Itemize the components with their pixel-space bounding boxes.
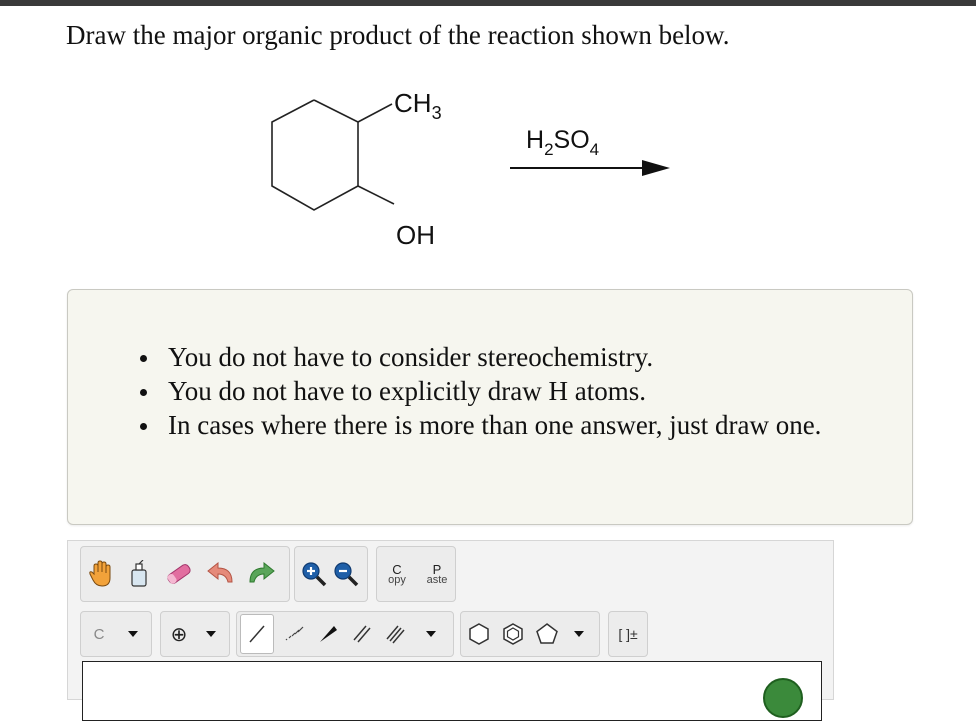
charge-plus-icon: ⊕ bbox=[170, 623, 188, 646]
zoom-in-icon bbox=[302, 562, 327, 587]
question-text: Draw the major organic product of the re… bbox=[66, 20, 730, 50]
reaction-arrow bbox=[510, 160, 670, 176]
copy-label-bottom: opy bbox=[388, 574, 406, 586]
hand-icon bbox=[89, 560, 111, 587]
cyclohexane-ring bbox=[271, 99, 395, 211]
triple-bond-tool[interactable] bbox=[380, 617, 412, 651]
copy-button[interactable]: C opy bbox=[380, 553, 414, 597]
solid-wedge-icon bbox=[320, 626, 337, 642]
oh-label: OH bbox=[396, 220, 435, 250]
double-bond-icon bbox=[353, 625, 371, 643]
undo-icon bbox=[207, 562, 233, 583]
cyclohexane-tool[interactable] bbox=[464, 617, 494, 651]
hashed-bond-tool[interactable] bbox=[278, 617, 310, 651]
eraser-tool[interactable] bbox=[162, 557, 196, 591]
cyclopentane-tool[interactable] bbox=[532, 617, 562, 651]
zoom-in-button[interactable] bbox=[298, 557, 330, 591]
zoom-out-button[interactable] bbox=[330, 557, 362, 591]
chevron-down-icon bbox=[128, 631, 138, 637]
hint-list: You do not have to consider stereochemis… bbox=[140, 340, 888, 442]
bond-dropdown-toggle[interactable] bbox=[418, 617, 444, 651]
hint-item: In cases where there is more than one an… bbox=[140, 408, 888, 442]
pentagon-icon bbox=[536, 623, 558, 644]
eraser-icon bbox=[167, 564, 191, 584]
zoom-out-icon bbox=[334, 562, 359, 587]
bracket-charge-label: [ ]± bbox=[618, 626, 638, 642]
bottle-select-icon bbox=[131, 560, 147, 587]
atom-dropdown-toggle[interactable] bbox=[122, 617, 144, 651]
reaction-scheme: CH3 OH H2SO4 bbox=[271, 88, 670, 250]
ch3-label: CH3 bbox=[394, 88, 442, 123]
chevron-down-icon bbox=[206, 631, 216, 637]
hint-item: You do not have to explicitly draw H ato… bbox=[140, 374, 888, 408]
reagent-label: H2SO4 bbox=[526, 126, 599, 159]
lasso-select-tool[interactable] bbox=[124, 557, 154, 591]
undo-button[interactable] bbox=[204, 557, 238, 591]
redo-button[interactable] bbox=[244, 557, 278, 591]
benzene-tool[interactable] bbox=[498, 617, 528, 651]
top-bar bbox=[0, 0, 976, 6]
charge-dropdown-toggle[interactable] bbox=[200, 617, 222, 651]
redo-icon bbox=[249, 562, 275, 583]
chevron-down-icon bbox=[574, 631, 584, 637]
wedge-bond-tool[interactable] bbox=[312, 617, 344, 651]
hint-box: You do not have to consider stereochemis… bbox=[67, 289, 913, 525]
triple-bond-icon bbox=[386, 625, 405, 644]
hashed-wedge-icon bbox=[285, 626, 304, 641]
hand-tool[interactable] bbox=[86, 557, 116, 591]
molecule-editor: C opy P aste C ⊕ []± bbox=[67, 540, 834, 721]
ch3-ch: CH bbox=[394, 88, 432, 118]
drawing-canvas[interactable] bbox=[82, 661, 822, 721]
ring-dropdown-toggle[interactable] bbox=[566, 617, 592, 651]
single-bond-icon bbox=[249, 625, 265, 643]
atom-selector-value: C bbox=[93, 625, 105, 643]
paste-label-bottom: aste bbox=[426, 574, 448, 586]
benzene-icon bbox=[503, 623, 523, 645]
hexagon-icon bbox=[469, 623, 489, 645]
double-bond-tool[interactable] bbox=[346, 617, 378, 651]
single-bond-tool[interactable] bbox=[240, 614, 274, 654]
paste-button[interactable]: P aste bbox=[420, 553, 454, 597]
chevron-down-icon bbox=[426, 631, 436, 637]
hint-item: You do not have to consider stereochemis… bbox=[140, 340, 888, 374]
help-badge-icon[interactable] bbox=[763, 678, 803, 718]
